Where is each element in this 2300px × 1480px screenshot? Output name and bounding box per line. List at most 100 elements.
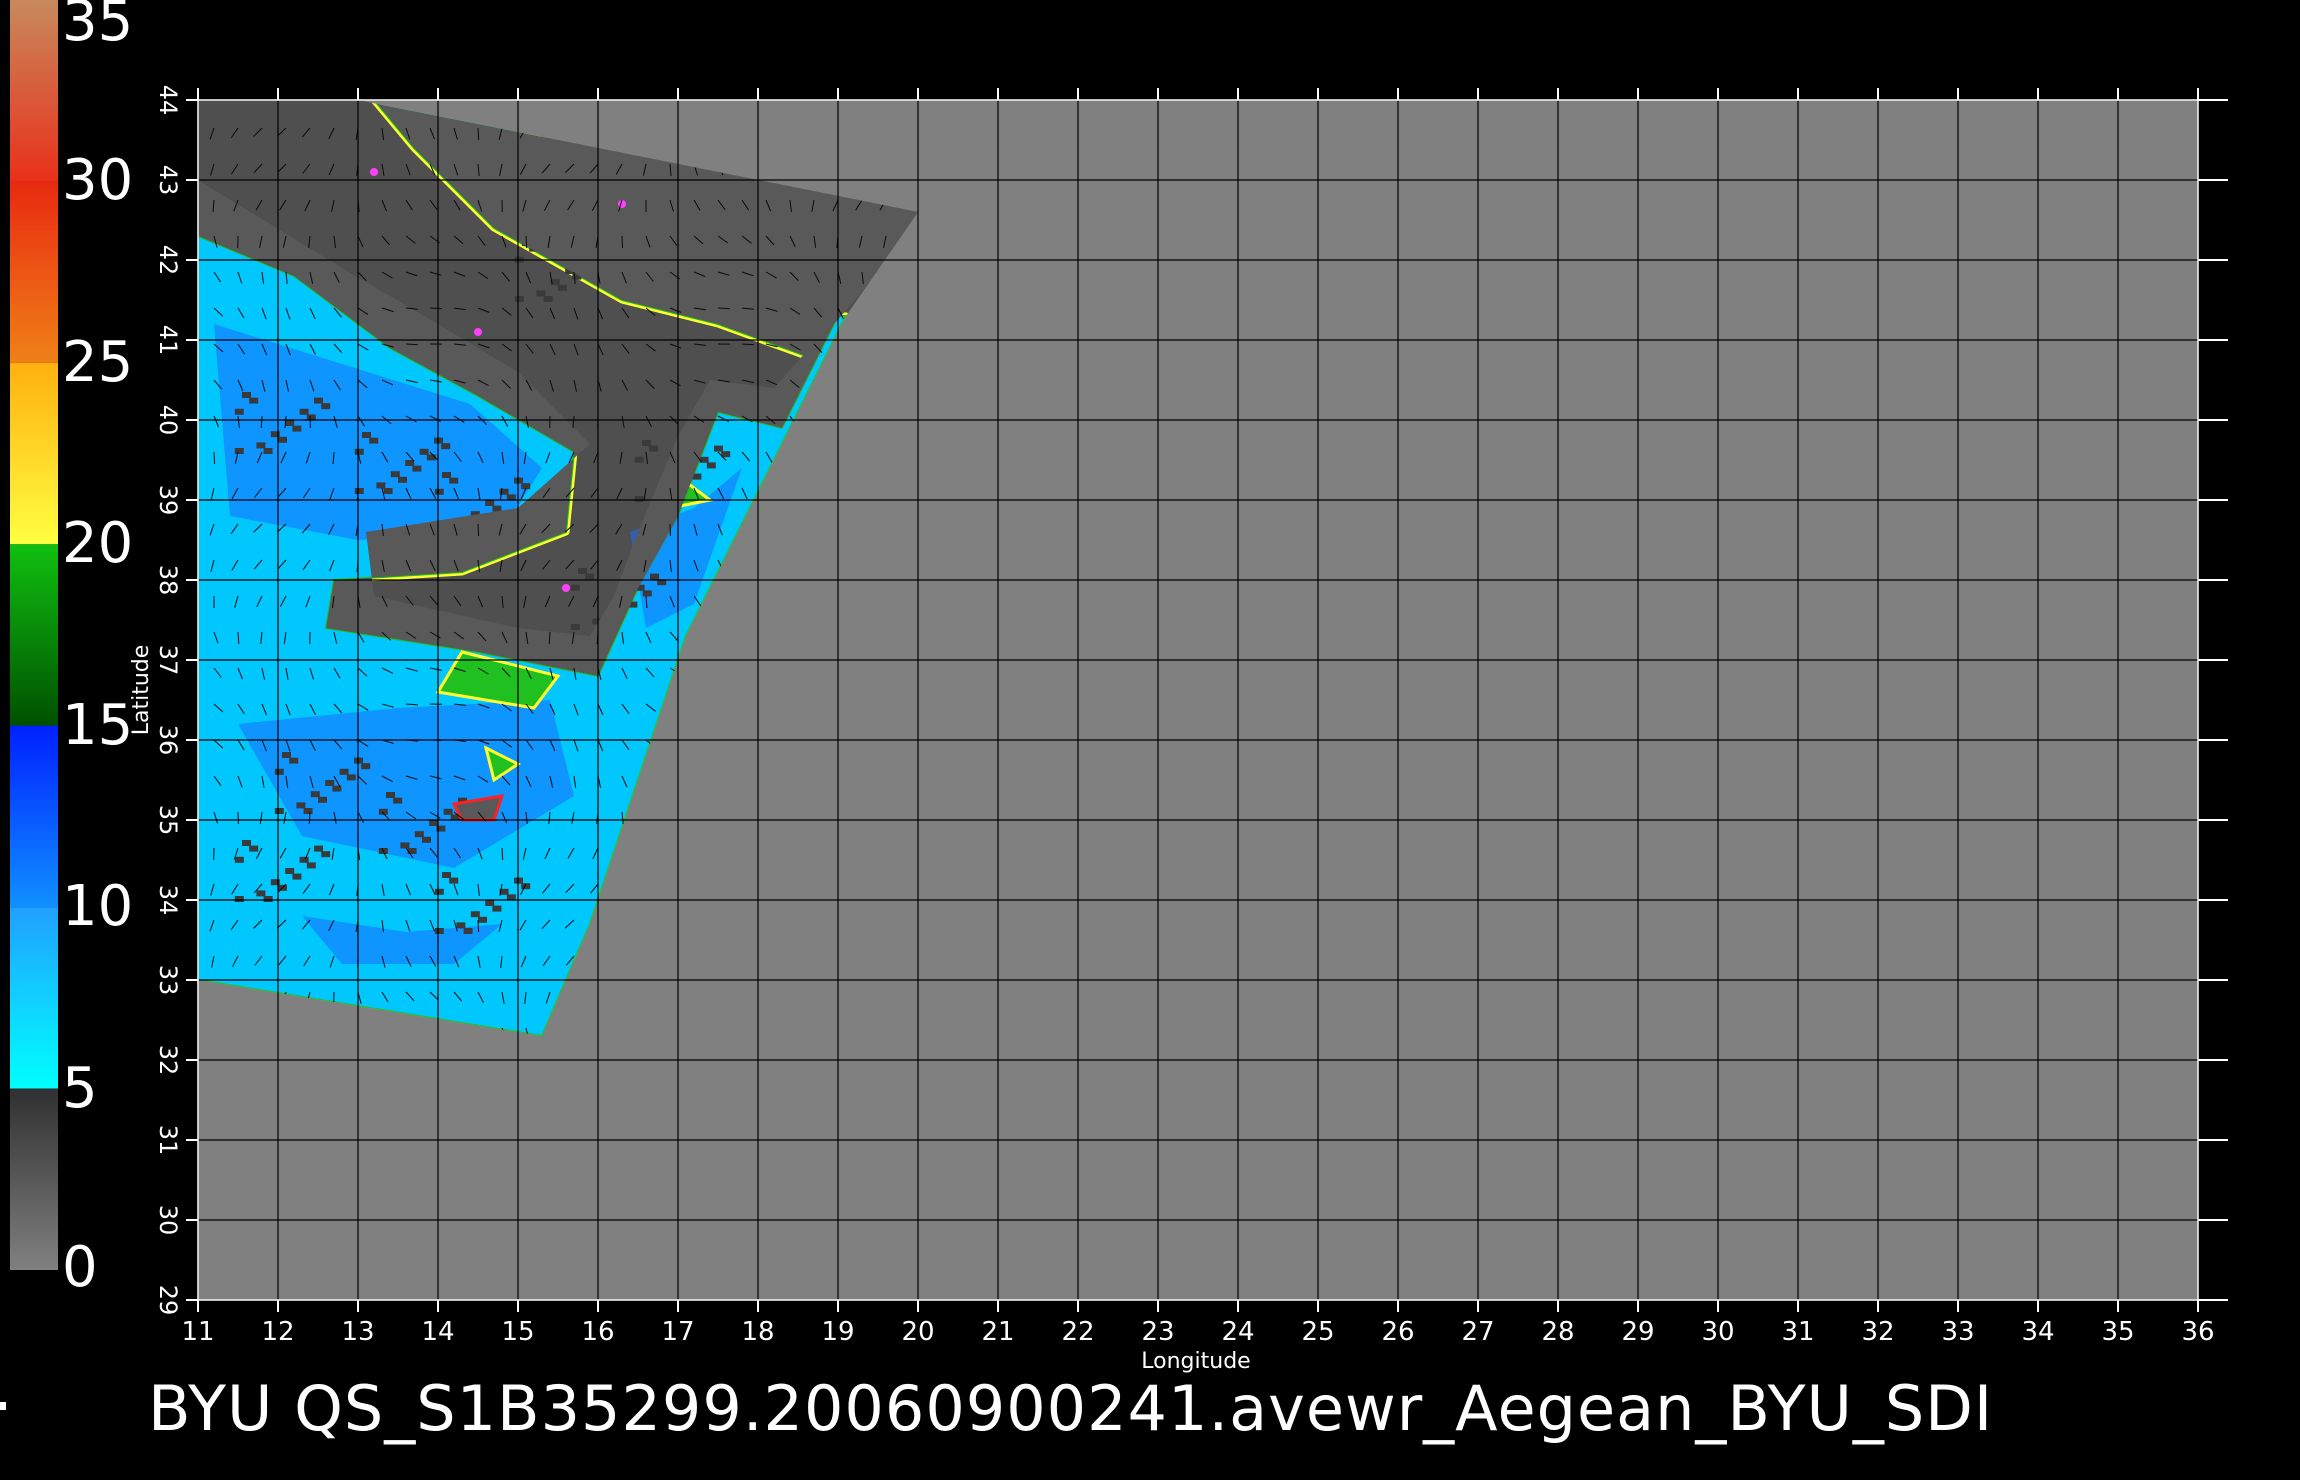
calm-speckle (558, 284, 567, 291)
calm-speckle (492, 905, 502, 912)
calm-speckle (369, 437, 379, 444)
y-tick-label: 32 (154, 1045, 182, 1076)
calm-speckle (393, 797, 403, 804)
y-tick-label: 36 (154, 725, 182, 756)
calm-speckle (376, 482, 386, 489)
calm-speckle (463, 928, 473, 934)
calm-speckle (706, 462, 716, 469)
calm-speckle (442, 472, 451, 478)
x-tick-label: 21 (981, 1317, 1014, 1347)
calm-speckle (314, 397, 323, 404)
calm-speckle (426, 454, 436, 461)
calm-speckle (303, 808, 313, 814)
y-tick-label: 39 (154, 485, 182, 516)
calm-speckle (400, 842, 410, 849)
calm-speckle (242, 392, 251, 398)
calm-speckle (536, 290, 546, 297)
y-tick-label: 33 (154, 965, 182, 996)
calm-speckle (325, 780, 335, 786)
calm-speckle (339, 768, 349, 775)
calm-speckle (321, 403, 331, 410)
coast-marker (474, 328, 482, 336)
calm-speckle (274, 768, 284, 775)
x-tick-label: 23 (1141, 1317, 1174, 1347)
y-tick-label: 44 (154, 85, 182, 116)
calm-speckle (422, 836, 431, 843)
calm-speckle (299, 856, 309, 863)
wind-speed-map: 11 12 13 14 15 16 17 18 19 20 21 22 23 24 25 26 27 28 29 30… (129, 85, 2228, 1374)
x-tick-label: 11 (181, 1317, 214, 1347)
calm-speckle (386, 792, 395, 798)
x-tick-label: 35 (2101, 1317, 2134, 1347)
calm-speckle (234, 448, 244, 454)
calm-speckle (543, 296, 553, 302)
y-tick-label: 38 (154, 565, 182, 596)
x-tick-label: 19 (821, 1317, 854, 1347)
y-axis-ticks: 29 30 31 32 33 34 35 36 37 38 39 40 41 42 43 44 (154, 85, 182, 1316)
calm-speckle (332, 785, 342, 792)
calm-speckle (289, 757, 299, 764)
calm-speckle (354, 448, 364, 455)
calm-speckle (478, 916, 487, 923)
x-tick-label: 22 (1061, 1317, 1094, 1347)
calm-speckle (442, 872, 451, 878)
calm-speckle (485, 500, 495, 506)
wind-vector (501, 847, 504, 861)
y-tick-label: 34 (154, 885, 182, 916)
image-caption: BYU QS_S1B35299.20060900241.avewr_Aegean… (148, 1372, 1994, 1445)
coast-marker (562, 584, 570, 592)
y-tick-label: 31 (154, 1125, 182, 1156)
y-tick-label: 43 (154, 165, 182, 196)
calm-speckle (492, 505, 502, 512)
wind-vector (213, 451, 216, 465)
calm-speckle (412, 465, 422, 472)
wind-vector (477, 523, 480, 537)
calm-speckle (306, 862, 316, 869)
calm-speckle (714, 445, 723, 452)
edge-marker (0, 1402, 6, 1410)
x-axis-ticks: 11 12 13 14 15 16 17 18 19 20 21 22 23 24 25 26 27 28 29 30… (181, 1317, 2214, 1347)
calm-speckle (585, 573, 595, 580)
calm-speckle (263, 896, 273, 902)
y-tick-label: 35 (154, 805, 182, 836)
calm-speckle (383, 488, 393, 494)
x-tick-label: 34 (2021, 1317, 2054, 1347)
wind-vector (308, 811, 311, 825)
x-tick-label: 27 (1461, 1317, 1494, 1347)
calm-speckle (434, 928, 444, 934)
calm-speckle (263, 448, 273, 454)
y-tick-label: 42 (154, 245, 182, 276)
y-tick-label: 30 (154, 1205, 182, 1236)
wind-vector (621, 235, 623, 249)
calm-speckle (514, 296, 524, 302)
calm-speckle (650, 573, 659, 580)
wind-vector (525, 235, 528, 249)
calm-speckle (434, 888, 444, 895)
x-tick-label: 14 (421, 1317, 454, 1347)
calm-speckle (321, 851, 331, 858)
calm-speckle (449, 477, 459, 484)
wind-vector (477, 919, 480, 933)
wind-vector (741, 343, 755, 346)
calm-speckle (256, 442, 266, 449)
calm-speckle (578, 568, 587, 574)
calm-speckle (634, 496, 644, 502)
calm-speckle (407, 848, 417, 854)
y-tick-label: 29 (154, 1285, 182, 1316)
calm-speckle (285, 868, 295, 874)
calm-speckle (234, 896, 244, 902)
calm-speckle (441, 443, 451, 450)
wind-vector (260, 415, 263, 429)
calm-speckle (282, 752, 291, 758)
calm-speckle (470, 911, 480, 918)
calm-speckle (634, 456, 644, 463)
calm-speckle (449, 877, 459, 884)
calm-speckle (390, 471, 400, 478)
y-tick-label: 40 (154, 405, 182, 436)
calm-speckle (292, 425, 302, 432)
x-tick-label: 20 (901, 1317, 934, 1347)
x-axis-label: Longitude (1141, 1349, 1250, 1374)
x-tick-label: 33 (1941, 1317, 1974, 1347)
y-tick-label: 37 (154, 645, 182, 676)
calm-speckle (414, 831, 424, 838)
